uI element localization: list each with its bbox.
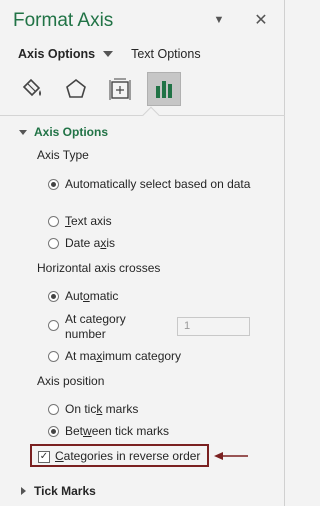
section-tick-marks-header[interactable]: Tick Marks — [21, 484, 96, 498]
radio-label: Automatically select based on data — [65, 177, 251, 191]
radio-label: Text axis — [65, 214, 112, 228]
radio-label: Automatic — [65, 289, 119, 303]
radio-automatic[interactable]: Automatic — [48, 289, 118, 304]
axis-position-label: Axis position — [37, 374, 105, 388]
radio-label: At maximum category — [65, 349, 182, 363]
pane-options-dropdown-icon[interactable]: ▼ — [210, 10, 228, 30]
radio-button[interactable] — [48, 179, 59, 190]
radio-button[interactable] — [48, 238, 59, 249]
radio-at-maximum-category[interactable]: At maximum category — [48, 349, 181, 364]
radio-date-axis[interactable]: Date axis — [48, 236, 115, 251]
category-number-input[interactable]: 1 — [177, 317, 250, 336]
horizontal-axis-crosses-label: Horizontal axis crosses — [37, 261, 161, 275]
radio-button[interactable] — [48, 320, 59, 331]
tab-text-options[interactable]: Text Options — [131, 47, 200, 61]
format-axis-pane: Format Axis ▼ ✕ Axis Options Text Option… — [0, 0, 285, 506]
effects-icon[interactable] — [59, 72, 93, 106]
radio-button[interactable] — [48, 291, 59, 302]
radio-button[interactable] — [48, 426, 59, 437]
axis-type-label: Axis Type — [37, 148, 89, 162]
expanded-triangle-icon — [19, 129, 27, 135]
axis-options-chart-icon[interactable] — [147, 72, 181, 106]
category-icon-bar — [15, 72, 191, 106]
radio-label: At category number — [65, 312, 126, 341]
radio-button[interactable] — [48, 351, 59, 362]
tab-axis-options[interactable]: Axis Options — [18, 47, 95, 61]
section-axis-options-label: Axis Options — [34, 125, 109, 139]
radio-button[interactable] — [48, 216, 59, 227]
radio-text-axis[interactable]: Text axis — [48, 214, 112, 229]
collapsed-triangle-icon — [21, 487, 26, 495]
checkbox[interactable]: ✓ — [38, 450, 50, 463]
pointer-arrow-icon — [214, 452, 248, 460]
fill-line-icon[interactable] — [15, 72, 49, 106]
pane-title: Format Axis — [13, 10, 114, 31]
size-properties-icon[interactable] — [103, 72, 137, 106]
section-axis-options-header[interactable]: Axis Options — [19, 125, 108, 139]
radio-on-tick-marks[interactable]: On tick marks — [48, 402, 138, 417]
close-icon[interactable]: ✕ — [252, 10, 270, 30]
radio-label: On tick marks — [65, 402, 139, 416]
radio-label: Date axis — [65, 236, 116, 250]
checkbox-label: Categories in reverse order — [55, 449, 201, 463]
radio-at-category-number[interactable]: At category number — [48, 312, 158, 342]
chevron-down-icon[interactable] — [103, 51, 114, 57]
checkbox-categories-reverse-order[interactable]: ✓ Categories in reverse order — [38, 449, 200, 464]
radio-button[interactable] — [48, 404, 59, 415]
selected-tab-notch — [142, 106, 160, 124]
radio-label: Between tick marks — [65, 424, 170, 438]
radio-automatic-select[interactable]: Automatically select based on data — [48, 177, 258, 192]
radio-between-tick-marks[interactable]: Between tick marks — [48, 424, 169, 439]
options-tabs: Axis Options Text Options — [18, 47, 201, 61]
section-tick-marks-label: Tick Marks — [34, 484, 96, 498]
